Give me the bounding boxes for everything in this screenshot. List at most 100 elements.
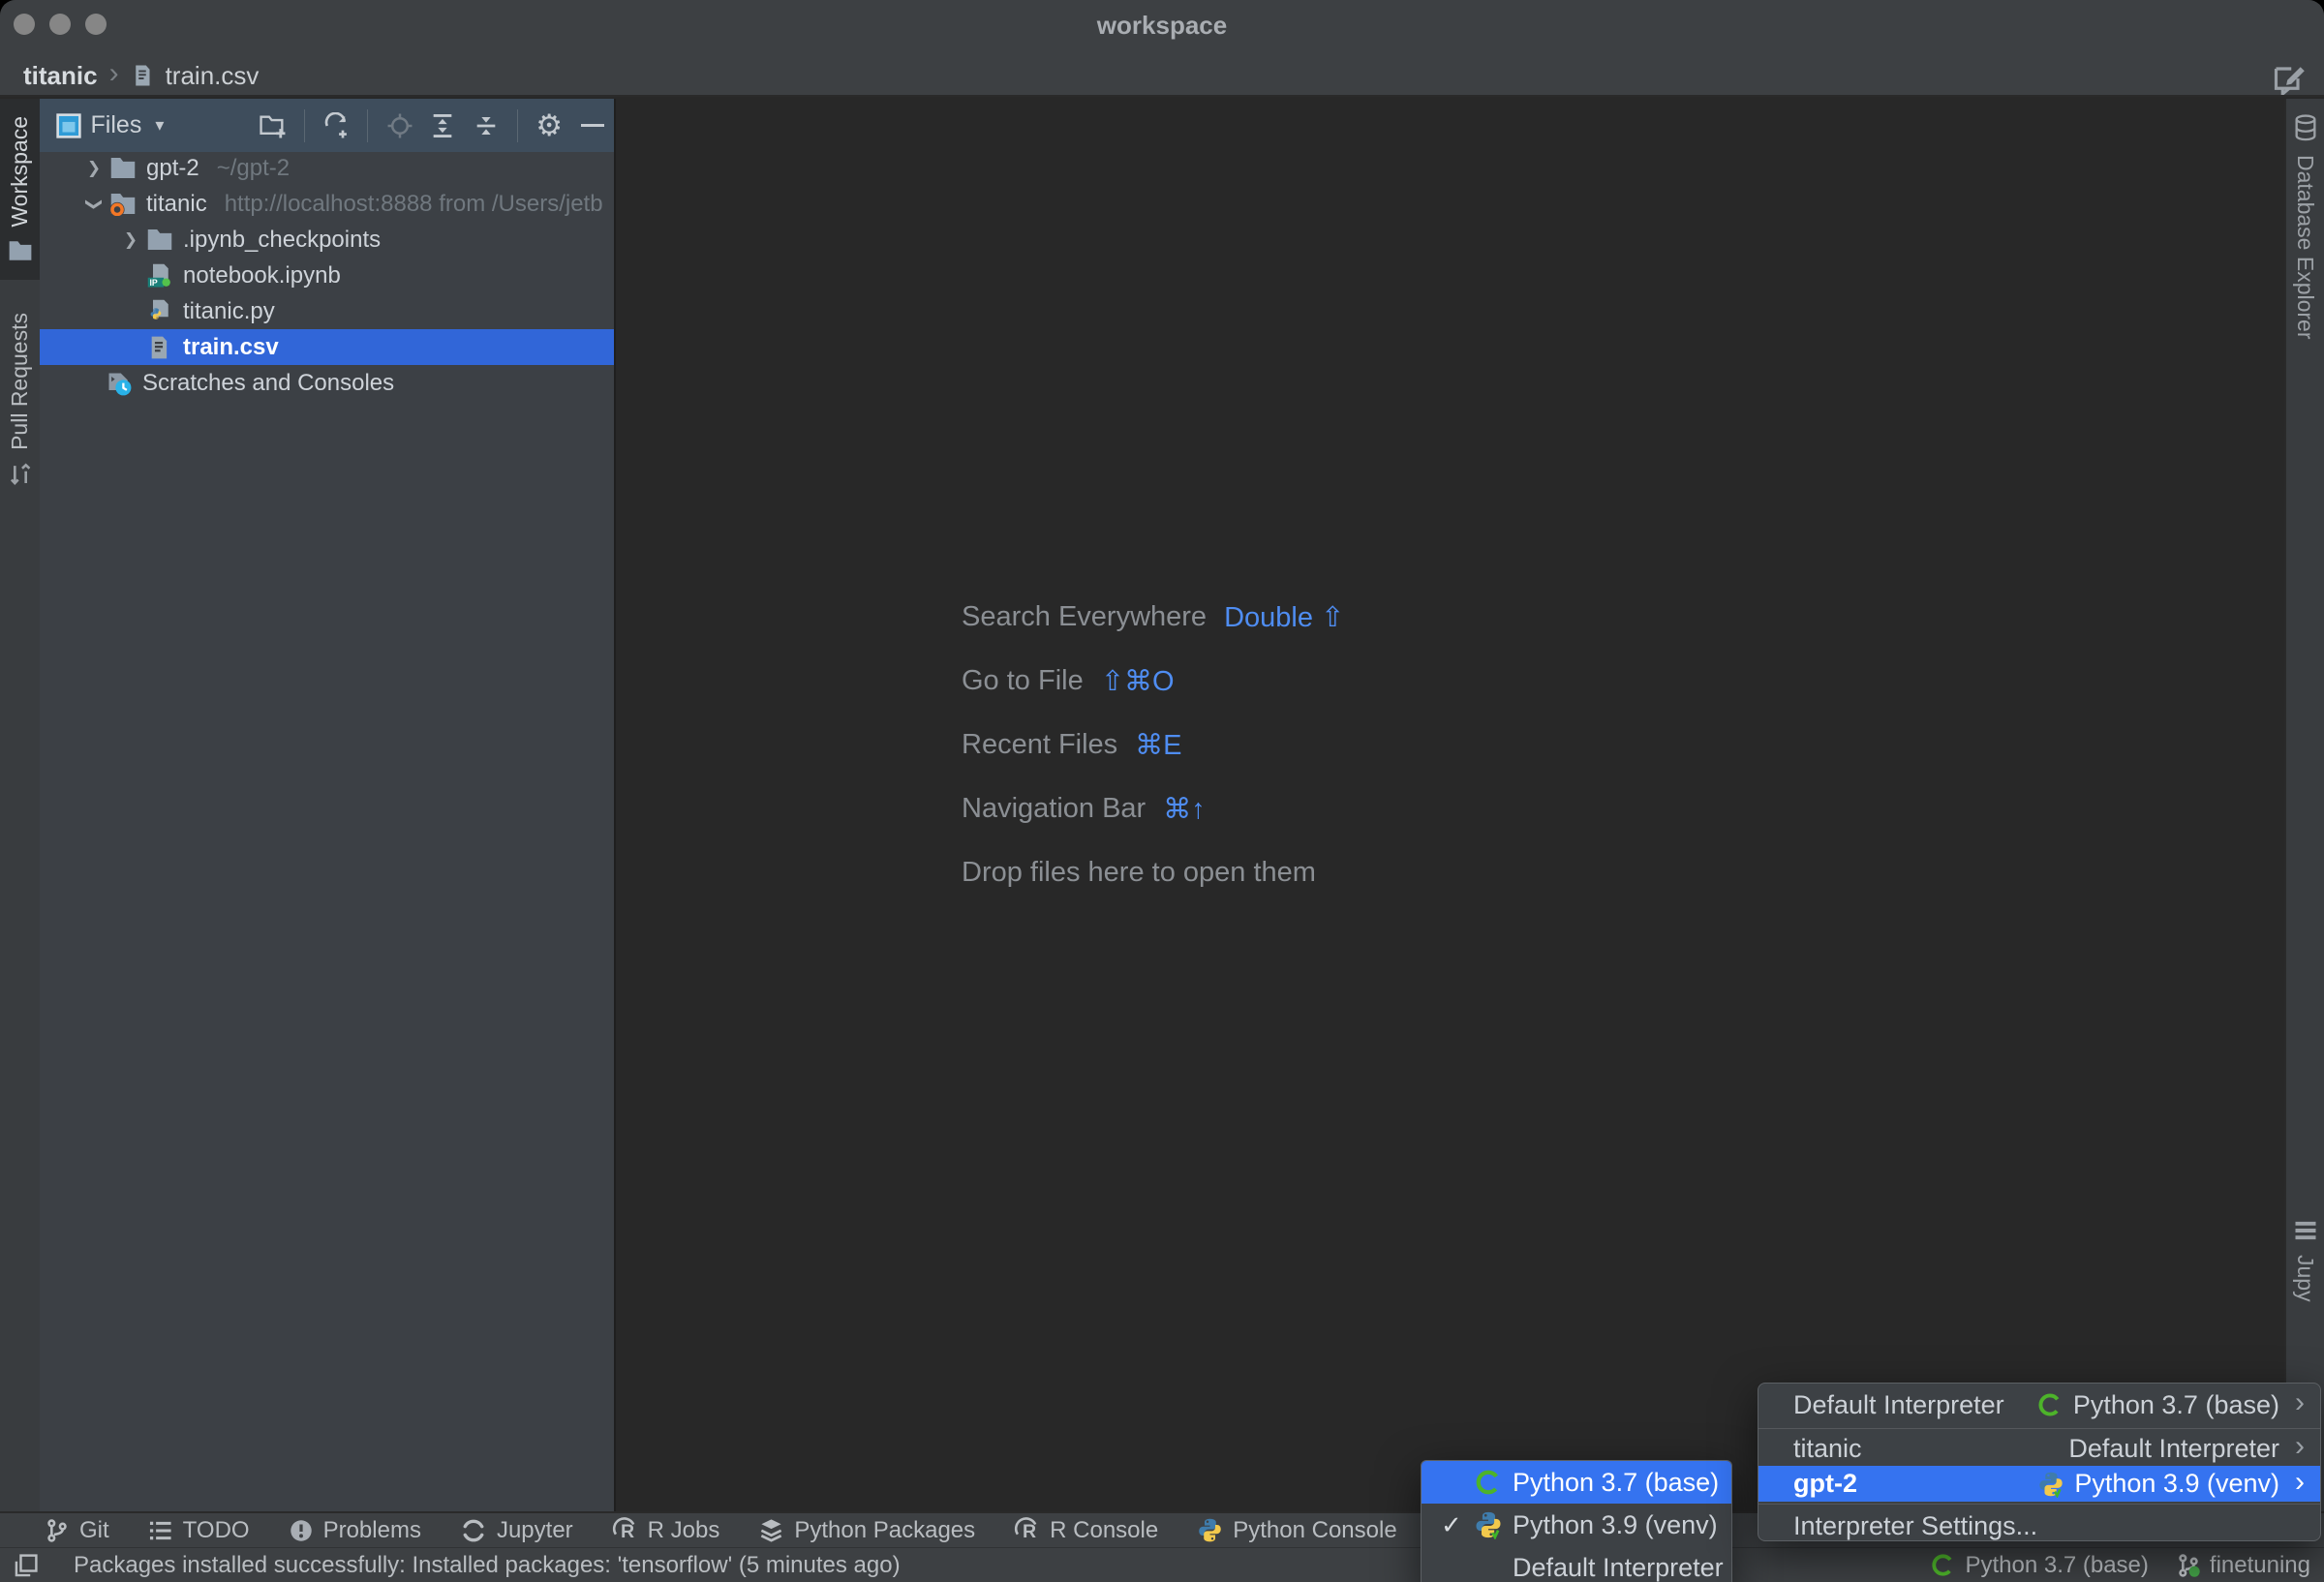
- tree-item-scratches[interactable]: Scratches and Consoles: [40, 365, 614, 401]
- menu-separator: [1758, 1504, 2320, 1505]
- menu-item-interpreter-settings[interactable]: Interpreter Settings...: [1758, 1506, 2320, 1541]
- collapse-all-icon[interactable]: [470, 112, 502, 139]
- tree-item-titanic[interactable]: ❯ titanic http://localhost:8888 from /Us…: [40, 186, 614, 222]
- svg-text:R: R: [1023, 1521, 1036, 1542]
- tool-button-git[interactable]: Git: [45, 1517, 109, 1544]
- files-panel-toolbar: Files ▾: [40, 99, 614, 152]
- shortcut-go-to-file: Go to File ⇧⌘O: [962, 649, 1344, 713]
- tool-button-r-jobs[interactable]: R R Jobs: [612, 1517, 720, 1544]
- shortcut-search-everywhere: Search Everywhere Double ⇧: [962, 585, 1344, 649]
- stripe-tab-pull-requests[interactable]: Pull Requests: [0, 295, 40, 504]
- drop-files-hint: Drop files here to open them: [962, 840, 1344, 904]
- svg-text:IP: IP: [150, 277, 158, 287]
- hide-icon[interactable]: [576, 124, 608, 127]
- feedback-edit-icon[interactable]: [2272, 60, 2307, 95]
- submenu-item-python-39-venv[interactable]: ✓ Python 3.9 (venv): [1422, 1504, 1731, 1546]
- stripe-tab-workspace[interactable]: Workspace: [0, 99, 40, 280]
- menu-item-default-interpreter[interactable]: Default Interpreter Python 3.7 (base) ›: [1758, 1384, 2320, 1426]
- python-icon: [1197, 1517, 1223, 1543]
- shortcut-navigation-bar: Navigation Bar ⌘↑: [962, 776, 1344, 840]
- chevron-down-icon[interactable]: ▾: [155, 115, 164, 136]
- submenu-arrow-icon: ›: [2295, 1386, 2305, 1419]
- tool-window-icon: [53, 113, 85, 138]
- editor-area: Search Everywhere Double ⇧ Go to File ⇧⌘…: [618, 99, 2284, 1513]
- jupyter-tab-label: Jupy: [2292, 1255, 2318, 1302]
- tool-button-python-packages[interactable]: Python Packages: [758, 1517, 975, 1544]
- tree-item-titanic-py[interactable]: titanic.py: [40, 293, 614, 329]
- tool-button-r-console[interactable]: R R Console: [1014, 1517, 1158, 1544]
- checkmark-icon: ✓: [1441, 1510, 1474, 1540]
- expand-all-icon[interactable]: [427, 112, 459, 139]
- problems-icon: [289, 1518, 314, 1543]
- git-branch-widget[interactable]: finetuning: [2176, 1552, 2310, 1579]
- notebook-file-icon: IP: [146, 262, 175, 289]
- tool-button-python-console[interactable]: Python Console: [1197, 1517, 1396, 1544]
- r-icon: R: [1014, 1517, 1040, 1543]
- breadcrumb: titanic › train.csv: [23, 56, 259, 95]
- todo-list-icon: [148, 1518, 173, 1543]
- menu-item-gpt-2[interactable]: gpt-2 Python 3.9 (venv) ›: [1758, 1466, 2320, 1502]
- locate-icon[interactable]: [383, 112, 415, 139]
- tree-item-notebook-ipynb[interactable]: IP notebook.ipynb: [40, 258, 614, 293]
- left-tool-stripe: Workspace Pull Requests: [0, 99, 40, 1513]
- pull-request-icon: [8, 462, 33, 487]
- database-icon: [2293, 114, 2318, 141]
- csv-file-icon: [146, 334, 175, 361]
- interpreter-widget[interactable]: Python 3.7 (base): [1930, 1552, 2148, 1579]
- stripe-tab-jupyter[interactable]: Jupy: [2286, 1220, 2324, 1302]
- gear-icon[interactable]: ⚙: [534, 110, 566, 140]
- tree-item-train-csv-selected[interactable]: train.csv: [40, 329, 614, 365]
- interpreter-submenu: Python 3.7 (base) ✓ Python 3.9 (venv) De…: [1421, 1460, 1732, 1582]
- submenu-item-python-37-base[interactable]: Python 3.7 (base): [1422, 1461, 1731, 1504]
- packages-icon: [758, 1517, 784, 1543]
- submenu-item-default-interpreter[interactable]: Default Interpreter: [1422, 1546, 1731, 1582]
- breadcrumb-separator-icon: ›: [109, 57, 119, 90]
- file-tree: ❯ gpt-2 ~/gpt-2 ❯ titanic http://localho…: [40, 150, 614, 401]
- right-tool-stripe: Database Explorer Jupy: [2284, 99, 2324, 1513]
- interpreter-menu: Default Interpreter Python 3.7 (base) › …: [1758, 1383, 2321, 1541]
- tool-window-toggle-icon[interactable]: [14, 1553, 39, 1578]
- submenu-arrow-icon: ›: [2295, 1430, 2305, 1463]
- csv-file-icon: [131, 62, 154, 89]
- panel-mode-label[interactable]: Files: [91, 111, 142, 139]
- conda-icon: [1930, 1552, 1956, 1578]
- folder-icon: [146, 227, 175, 254]
- breadcrumb-project[interactable]: titanic: [23, 61, 98, 91]
- conda-icon: [1474, 1468, 1513, 1497]
- tool-button-todo[interactable]: TODO: [148, 1517, 250, 1544]
- python-file-icon: [146, 298, 175, 325]
- python-venv-icon: [1474, 1510, 1513, 1539]
- folder-icon: [8, 239, 33, 262]
- jupyter-icon: [460, 1517, 487, 1544]
- chevron-right-icon[interactable]: ❯: [82, 159, 106, 178]
- breadcrumb-file[interactable]: train.csv: [166, 61, 260, 91]
- status-message[interactable]: Packages installed successfully: Install…: [74, 1552, 901, 1579]
- folder-icon: [109, 155, 138, 182]
- jupyter-folder-icon: [109, 191, 138, 218]
- git-branch-icon: [45, 1518, 70, 1543]
- svg-text:R: R: [621, 1521, 634, 1542]
- tool-button-problems[interactable]: Problems: [289, 1517, 421, 1544]
- chevron-right-icon[interactable]: ❯: [119, 230, 142, 250]
- menu-item-titanic[interactable]: titanic Default Interpreter ›: [1758, 1431, 2320, 1466]
- refresh-icon[interactable]: [321, 112, 352, 139]
- pull-requests-tab-label: Pull Requests: [7, 313, 33, 450]
- tool-button-jupyter[interactable]: Jupyter: [460, 1517, 573, 1544]
- scratches-icon: [106, 370, 135, 397]
- status-bar: Packages installed successfully: Install…: [0, 1547, 2324, 1582]
- conda-icon: [2036, 1391, 2064, 1418]
- submenu-arrow-icon: ›: [2295, 1466, 2305, 1499]
- new-folder-icon[interactable]: [257, 113, 289, 138]
- tree-item-ipynb-checkpoints[interactable]: ❯ .ipynb_checkpoints: [40, 222, 614, 258]
- menu-separator: [1758, 1428, 2320, 1429]
- window-title: workspace: [0, 11, 2324, 41]
- r-icon: R: [612, 1517, 638, 1543]
- git-branch-icon: [2176, 1553, 2201, 1578]
- workspace-tab-label: Workspace: [7, 116, 33, 228]
- files-tool-window: Files ▾: [40, 99, 616, 1513]
- stripe-tab-database-explorer[interactable]: Database Explorer: [2286, 114, 2324, 340]
- chevron-down-icon[interactable]: ❯: [84, 193, 104, 216]
- database-explorer-tab-label: Database Explorer: [2292, 155, 2318, 340]
- tree-item-gpt-2[interactable]: ❯ gpt-2 ~/gpt-2: [40, 150, 614, 186]
- python-venv-icon: [2037, 1471, 2064, 1498]
